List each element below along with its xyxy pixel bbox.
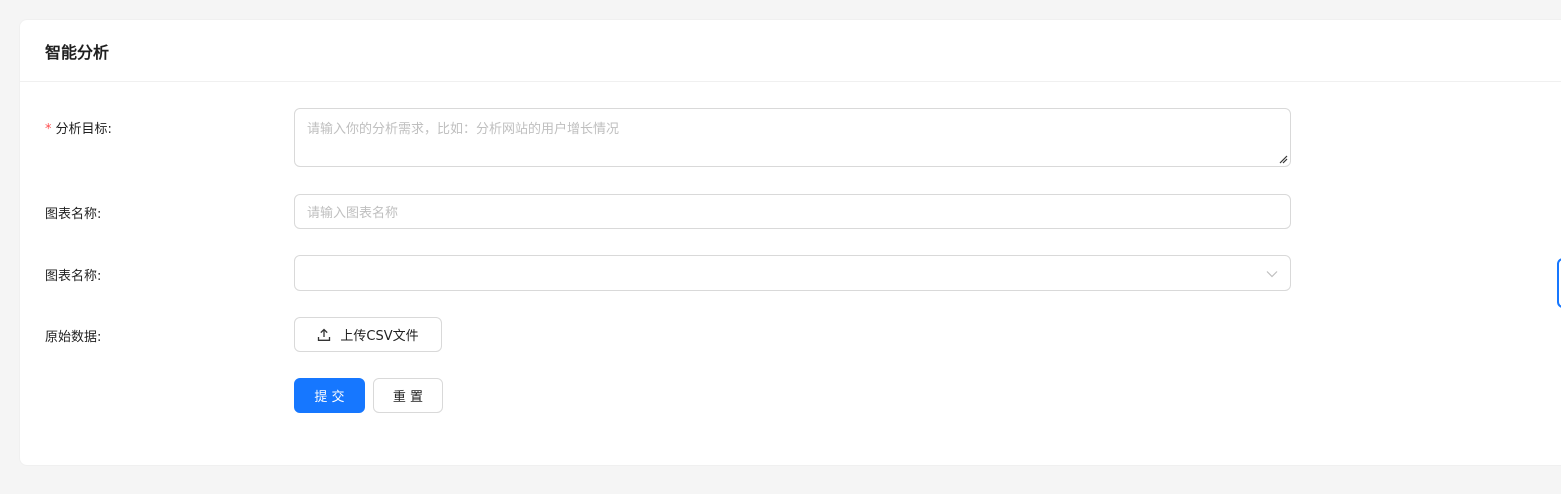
form-row-raw-data: 原始数据: 上传CSV文件 (45, 317, 1292, 353)
goal-label-text: 分析目标: (55, 122, 112, 137)
chart-name-input[interactable]: 请输入图表名称 (294, 194, 1291, 229)
chart-name-placeholder: 请输入图表名称 (307, 206, 399, 221)
page-title: 智能分析 (45, 42, 110, 62)
card-header: 智能分析 (20, 20, 1561, 82)
form-row-goal: * 分析目标: 请输入你的分析需求，比如：分析网站的用户增长情况 (45, 108, 1292, 168)
goal-textarea[interactable]: 请输入你的分析需求，比如：分析网站的用户增长情况 (294, 108, 1291, 167)
raw-data-label: 原始数据: (45, 330, 102, 345)
form-row-chart-name: 图表名称: 请输入图表名称 (45, 194, 1292, 230)
chevron-down-icon (1266, 271, 1278, 278)
form-row-chart-type: 图表名称: (45, 255, 1292, 291)
analysis-card: 智能分析 * 分析目标: 请输入你的分析需求，比如：分析网站的用户增长情况 图表名… (19, 19, 1561, 466)
required-mark: * (45, 122, 52, 137)
upload-csv-label: 上传CSV文件 (340, 329, 419, 344)
goal-label: * 分析目标: (45, 118, 112, 137)
chart-type-label: 图表名称: (45, 269, 102, 284)
goal-placeholder: 请输入你的分析需求，比如：分析网站的用户增长情况 (307, 122, 620, 137)
reset-button[interactable]: 重 置 (373, 378, 443, 413)
submit-button[interactable]: 提 交 (294, 378, 365, 413)
upload-csv-button[interactable]: 上传CSV文件 (294, 317, 442, 352)
chart-type-select[interactable] (294, 255, 1291, 291)
chart-name-label: 图表名称: (45, 207, 102, 222)
side-floating-tab[interactable] (1557, 258, 1561, 308)
resize-handle-icon[interactable] (1278, 154, 1288, 164)
upload-icon (318, 328, 331, 341)
